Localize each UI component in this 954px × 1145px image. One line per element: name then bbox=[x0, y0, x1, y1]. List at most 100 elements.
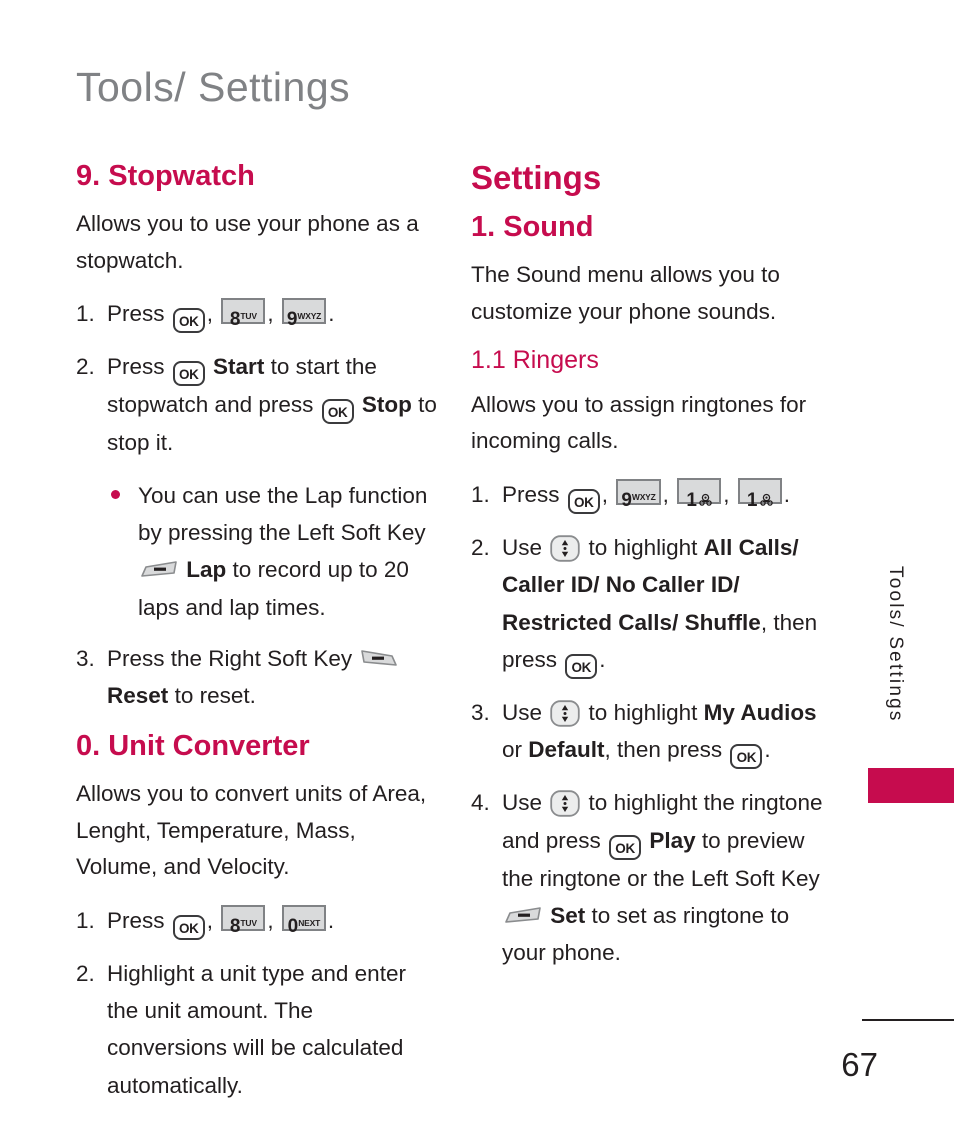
key-digit: 1 bbox=[746, 489, 758, 511]
step-number: 3. bbox=[76, 646, 95, 672]
number-key-0-icon: 0NEXT bbox=[281, 904, 326, 937]
key-letters: WXYZ bbox=[631, 491, 656, 502]
side-tab-accent-block bbox=[868, 768, 954, 803]
section-heading-unit-converter: 0. Unit Converter bbox=[76, 729, 310, 762]
step-text: to highlight bbox=[588, 699, 698, 725]
step-text: or bbox=[502, 737, 523, 763]
unit-converter-intro: Allows you to convert units of Area, Len… bbox=[76, 781, 427, 880]
number-key-8-icon: 8TUV bbox=[221, 298, 266, 330]
number-key-8-icon: 8TUV bbox=[221, 904, 266, 937]
period: . bbox=[328, 301, 335, 327]
navigation-key-icon bbox=[550, 535, 580, 562]
page-number: 67 bbox=[841, 1046, 878, 1083]
left-column: 9. Stopwatch Allows you to use your phon… bbox=[76, 160, 438, 1119]
comma: , bbox=[267, 907, 274, 933]
key-digit: 9 bbox=[286, 309, 298, 331]
key-digit: 8 bbox=[229, 309, 241, 331]
ok-key-icon: OK bbox=[321, 399, 354, 425]
period: . bbox=[783, 481, 790, 507]
right-column: Settings 1. Sound The Sound menu allows … bbox=[471, 159, 831, 987]
step-text: to set as ringtone to your phone. bbox=[502, 902, 790, 966]
sound-intro: The Sound menu allows you to customize y… bbox=[471, 262, 780, 324]
left-soft-key-icon bbox=[504, 906, 542, 928]
ringers-step-4: 4. Use to highlight the ringtone and pres… bbox=[471, 784, 831, 971]
bullet-dot-icon bbox=[111, 489, 120, 499]
side-tab: Tools/ Settings bbox=[850, 566, 954, 836]
number-key-1-icon: 1 bbox=[737, 477, 782, 511]
step-number: 1. bbox=[76, 907, 95, 933]
key-letters: WXYZ bbox=[297, 311, 322, 322]
key-digit: 8 bbox=[229, 915, 241, 937]
stopwatch-intro: Allows you to use your phone as a stopwa… bbox=[76, 211, 419, 273]
key-letters: NEXT bbox=[298, 917, 321, 928]
step-text: Press the Right Soft Key bbox=[107, 646, 353, 672]
step-number: 1. bbox=[471, 481, 490, 507]
page-header-title: Tools/ Settings bbox=[76, 64, 351, 110]
key-digit: 1 bbox=[686, 489, 697, 511]
step-number: 1. bbox=[76, 301, 95, 327]
navigation-key-icon bbox=[550, 700, 580, 727]
ok-key-icon: OK bbox=[172, 308, 205, 334]
step-text: Highlight a unit type and enter the unit… bbox=[107, 960, 406, 1098]
period: . bbox=[599, 646, 606, 672]
comma: , bbox=[723, 481, 730, 507]
softkey-label-lap: Lap bbox=[186, 557, 227, 583]
ok-key-icon: OK bbox=[172, 361, 205, 387]
key-digit: 0 bbox=[287, 915, 299, 937]
right-soft-key-icon bbox=[360, 649, 398, 671]
step-text: Use bbox=[502, 790, 543, 816]
menu-option-my-audios: My Audios bbox=[703, 699, 817, 725]
step-text: Press bbox=[107, 354, 165, 380]
ok-key-icon: OK bbox=[172, 914, 205, 940]
left-soft-key-icon bbox=[140, 560, 178, 582]
comma: , bbox=[662, 481, 669, 507]
period: . bbox=[327, 907, 335, 933]
subsection-heading-ringers: 1.1 Ringers bbox=[471, 346, 599, 375]
stopwatch-step-3: 3. Press the Right Soft Key Reset to rese… bbox=[76, 640, 438, 715]
step-text: Use bbox=[502, 699, 543, 725]
ringers-step-2: 2. Use to highlight All Calls/ Caller ID/… bbox=[471, 529, 831, 679]
softkey-label-reset: Reset bbox=[107, 683, 169, 709]
step-text: Use bbox=[502, 534, 543, 560]
key-letters: TUV bbox=[240, 311, 257, 322]
unit-converter-step-1: 1. Press OK, 8TUV, 0NEXT. bbox=[76, 902, 438, 940]
voicemail-icon bbox=[699, 480, 712, 517]
navigation-key-icon bbox=[550, 790, 580, 817]
step-number: 2. bbox=[76, 960, 95, 986]
step-text: to reset. bbox=[174, 683, 256, 709]
section-heading-sound: 1. Sound bbox=[471, 210, 594, 243]
step-text: to highlight bbox=[588, 534, 698, 560]
comma: , bbox=[206, 907, 214, 933]
ringers-step-3: 3. Use to highlight My Audios or Default,… bbox=[471, 694, 831, 770]
stopwatch-lap-bullet: You can use the Lap function by pressing… bbox=[107, 477, 438, 626]
ringers-intro: Allows you to assign ringtones for incom… bbox=[471, 392, 807, 454]
step-text: Press bbox=[107, 301, 165, 327]
menu-option-default: Default bbox=[528, 737, 605, 763]
comma: , bbox=[206, 301, 214, 327]
comma: , bbox=[267, 301, 274, 327]
softkey-label-set: Set bbox=[550, 902, 586, 928]
step-number: 4. bbox=[471, 790, 490, 816]
key-letters: TUV bbox=[240, 917, 257, 928]
bullet-text: to record up to 20 laps and lap times. bbox=[138, 557, 409, 620]
step-text: Press bbox=[107, 907, 165, 933]
ok-key-icon: OK bbox=[609, 834, 642, 860]
period: . bbox=[764, 737, 771, 763]
unit-converter-step-2: 2. Highlight a unit type and enter the un… bbox=[76, 955, 438, 1104]
footer-divider bbox=[862, 1019, 954, 1021]
stopwatch-step-1: 1. Press OK, 8TUV, 9WXYZ. bbox=[76, 295, 438, 334]
ok-key-icon: OK bbox=[730, 744, 763, 770]
stopwatch-step-2: 2. Press OK Start to start the stopwatch … bbox=[76, 348, 438, 461]
voicemail-icon bbox=[759, 480, 773, 517]
part-heading-settings: Settings bbox=[471, 159, 602, 196]
softkey-label-stop: Stop bbox=[361, 392, 412, 418]
step-number: 3. bbox=[471, 699, 490, 725]
step-number: 2. bbox=[471, 534, 490, 560]
softkey-label-start: Start bbox=[213, 354, 265, 380]
section-heading-stopwatch: 9. Stopwatch bbox=[76, 160, 255, 192]
number-key-9-icon: 9WXYZ bbox=[281, 298, 327, 330]
bullet-text: You can use the Lap function by pressing… bbox=[138, 482, 428, 546]
side-tab-label: Tools/ Settings bbox=[885, 566, 906, 723]
step-number: 2. bbox=[76, 354, 95, 380]
ringers-step-1: 1. Press OK, 9WXYZ, 1, 1. bbox=[471, 476, 831, 514]
